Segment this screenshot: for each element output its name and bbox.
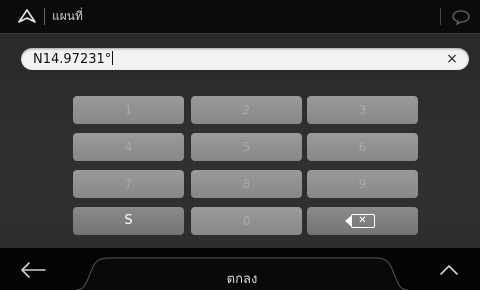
screen: แผนที่ N14.97231° × 1 2 3 4 5 6 7 8 9 S … — [0, 0, 480, 290]
key-3: 3 — [307, 96, 418, 124]
key-s[interactable]: S — [73, 207, 184, 235]
close-icon: × — [446, 51, 458, 67]
title-divider — [44, 8, 45, 25]
key-8: 8 — [191, 170, 302, 198]
bottom-bar: ตกลง — [0, 248, 480, 290]
navigation-logo-icon — [18, 9, 36, 23]
back-arrow-icon[interactable] — [18, 260, 48, 280]
backspace-button[interactable]: ✕ — [307, 207, 418, 235]
top-bar: แผนที่ — [0, 0, 480, 33]
ok-button[interactable]: ตกลง — [76, 254, 408, 290]
key-7: 7 — [73, 170, 184, 198]
text-caret — [112, 51, 114, 65]
chevron-up-icon[interactable] — [437, 262, 461, 278]
ok-button-label: ตกลง — [226, 272, 258, 287]
coordinate-input[interactable]: N14.97231° × — [21, 48, 469, 70]
key-6: 6 — [307, 133, 418, 161]
key-5: 5 — [191, 133, 302, 161]
key-2: 2 — [191, 96, 302, 124]
key-0: 0 — [191, 207, 302, 235]
key-1: 1 — [73, 96, 184, 124]
backspace-icon: ✕ — [344, 214, 375, 228]
key-9: 9 — [307, 170, 418, 198]
chat-divider — [440, 8, 441, 25]
key-4: 4 — [73, 133, 184, 161]
clear-input-button[interactable]: × — [443, 50, 461, 68]
numeric-keypad: 1 2 3 4 5 6 7 8 9 S 0 ✕ — [0, 76, 480, 248]
page-title: แผนที่ — [52, 9, 83, 23]
input-band: N14.97231° × — [0, 33, 480, 76]
coordinate-input-value: N14.97231° — [33, 51, 114, 67]
speech-bubble-icon[interactable] — [451, 9, 471, 25]
